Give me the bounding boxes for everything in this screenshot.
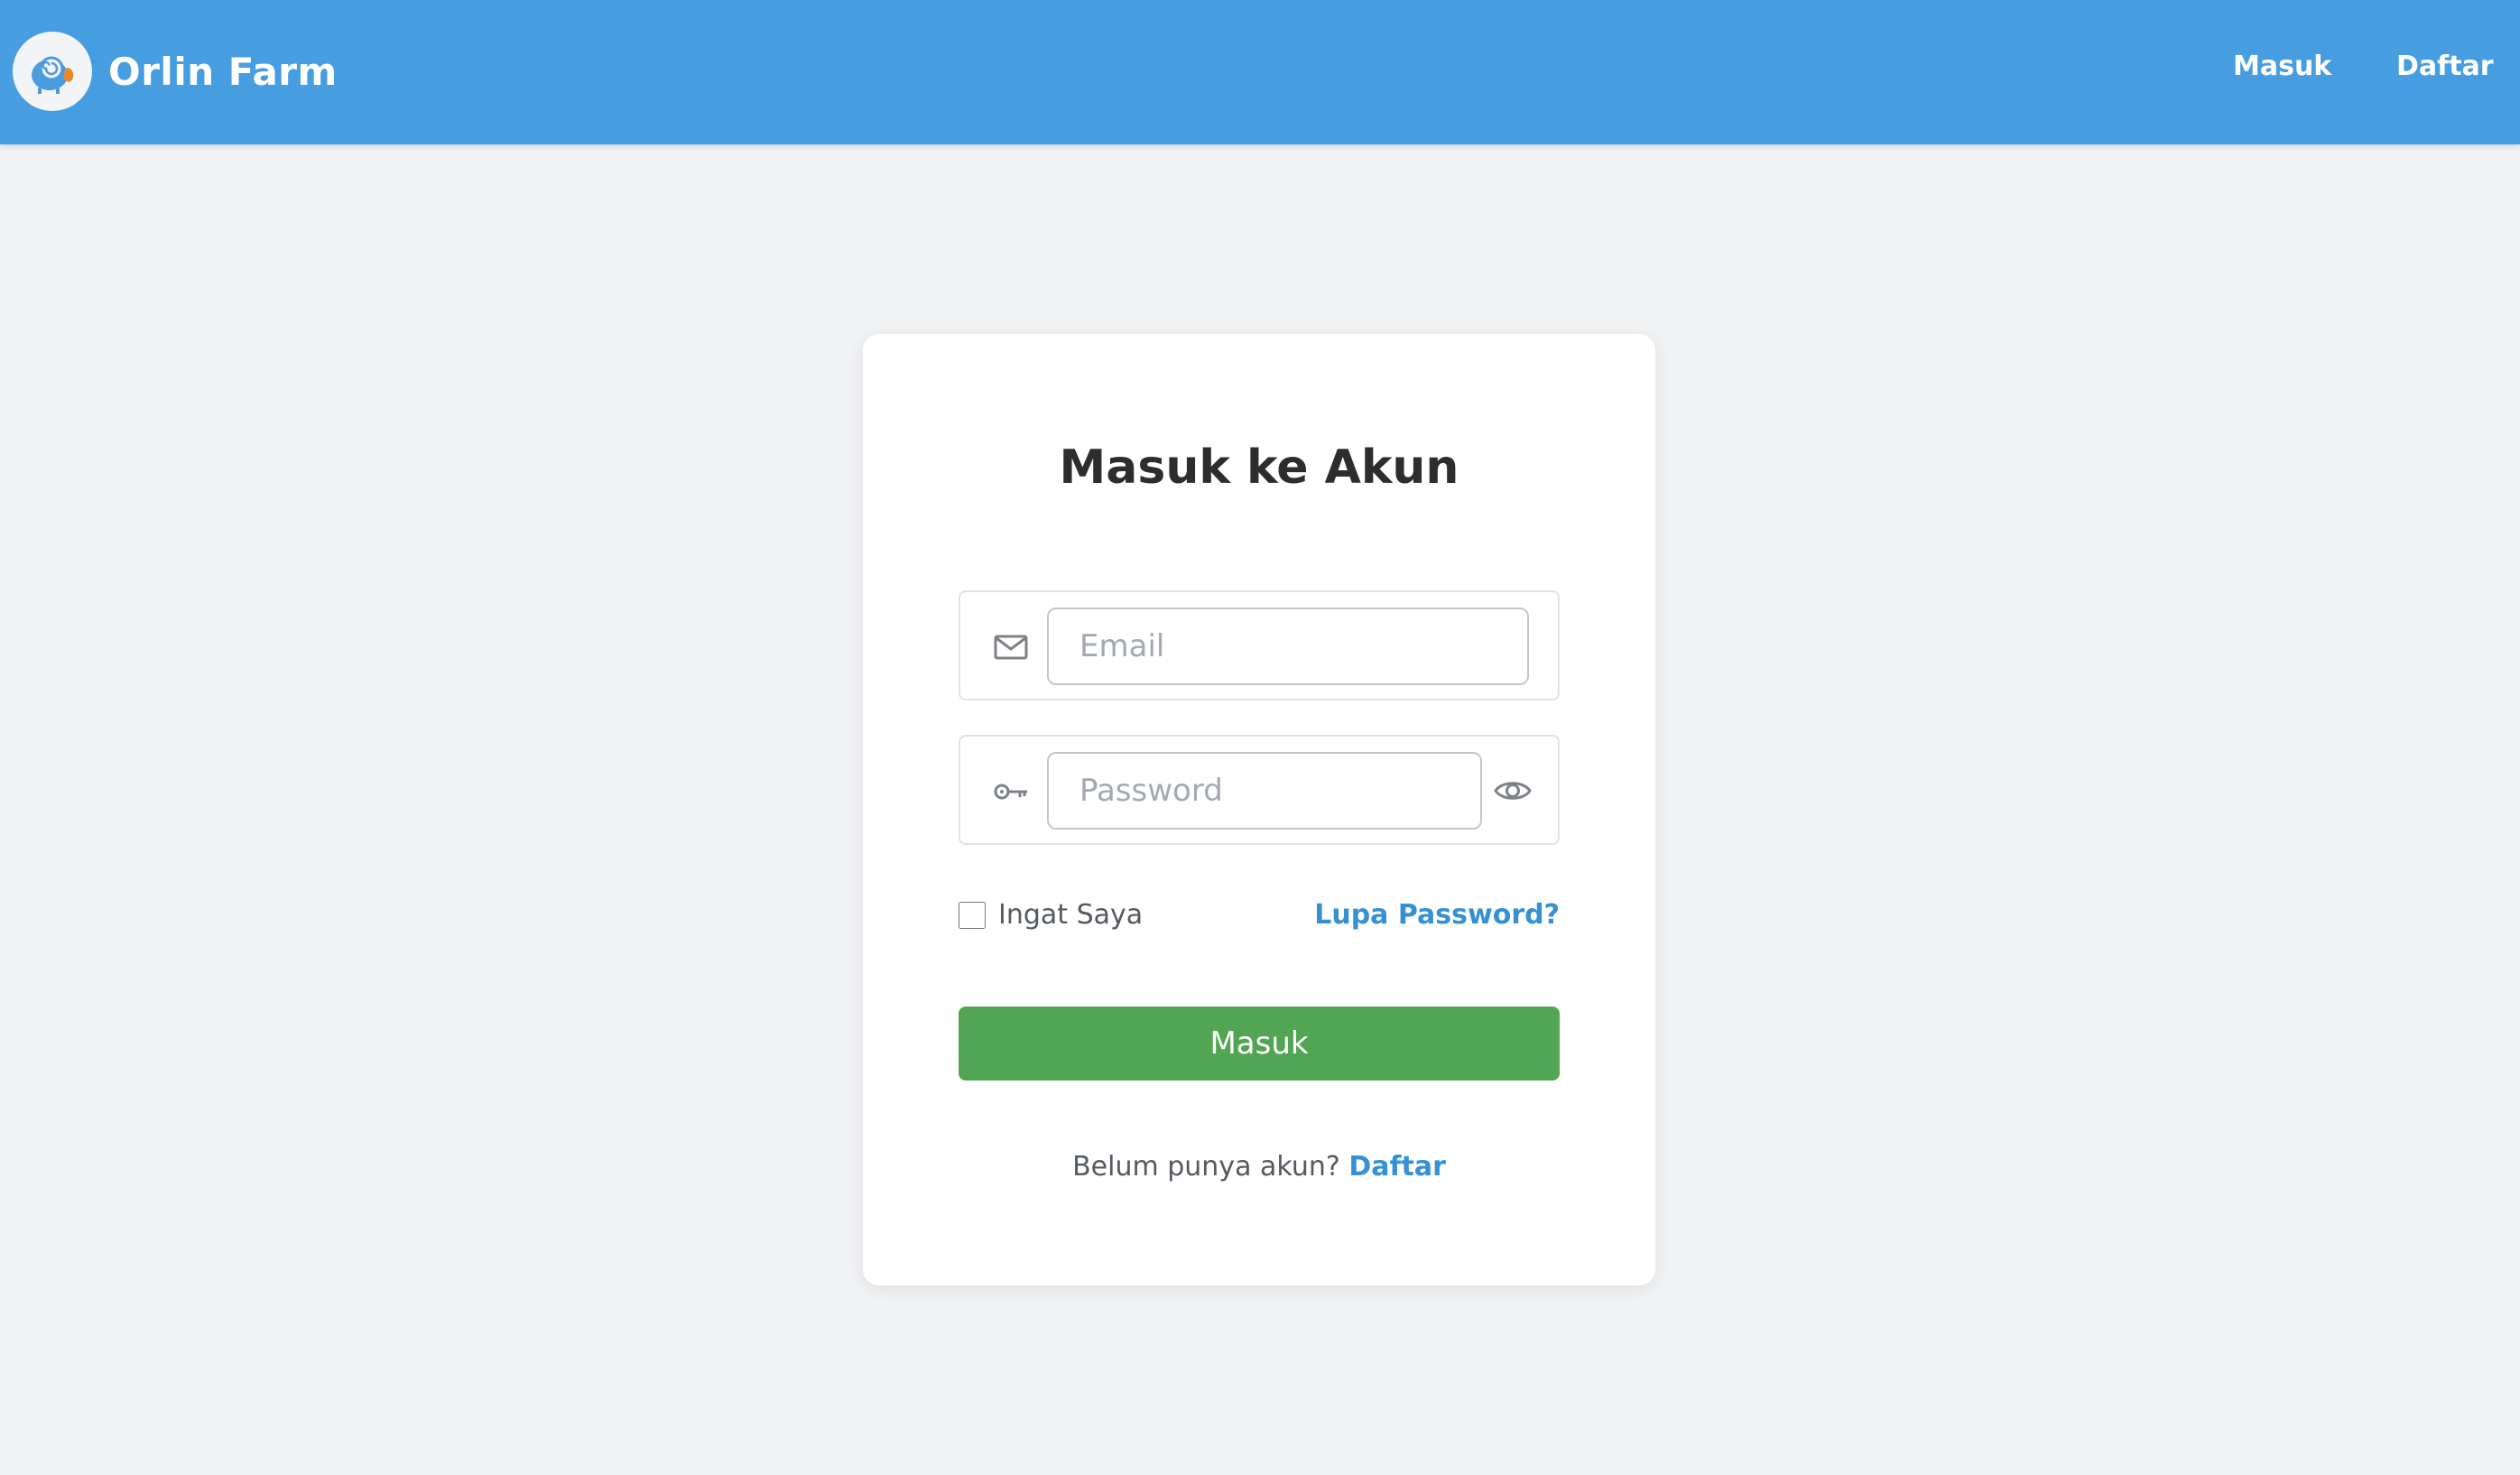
register-link[interactable]: Daftar xyxy=(1348,1151,1446,1183)
brand[interactable]: Orlin Farm xyxy=(13,31,338,112)
login-card: Masuk ke Akun Ingat Saya xyxy=(863,334,1655,1285)
mail-icon xyxy=(993,629,1029,665)
remember-me-checkbox[interactable] xyxy=(959,902,986,929)
key-icon xyxy=(993,774,1029,810)
page-title: Masuk ke Akun xyxy=(1059,441,1459,495)
navbar: Orlin Farm Masuk Daftar xyxy=(0,0,2520,144)
password-input[interactable] xyxy=(1047,752,1482,830)
register-prompt: Belum punya akun? Daftar xyxy=(863,1151,1655,1183)
nav-register-link[interactable]: Daftar xyxy=(2396,51,2494,82)
email-field-group xyxy=(959,590,1560,700)
remember-me-label[interactable]: Ingat Saya xyxy=(998,899,1143,931)
brand-name: Orlin Farm xyxy=(108,49,338,94)
eye-icon[interactable] xyxy=(1493,773,1533,809)
login-options-row: Ingat Saya Lupa Password? xyxy=(959,899,1560,939)
email-input[interactable] xyxy=(1047,608,1529,685)
password-field-group xyxy=(959,735,1560,845)
nav-login-link[interactable]: Masuk xyxy=(2233,51,2331,82)
forgot-password-link[interactable]: Lupa Password? xyxy=(1314,899,1560,931)
login-submit-button[interactable]: Masuk xyxy=(959,1007,1560,1081)
sheep-logo-icon xyxy=(13,32,92,111)
no-account-text: Belum punya akun? xyxy=(1072,1151,1340,1183)
